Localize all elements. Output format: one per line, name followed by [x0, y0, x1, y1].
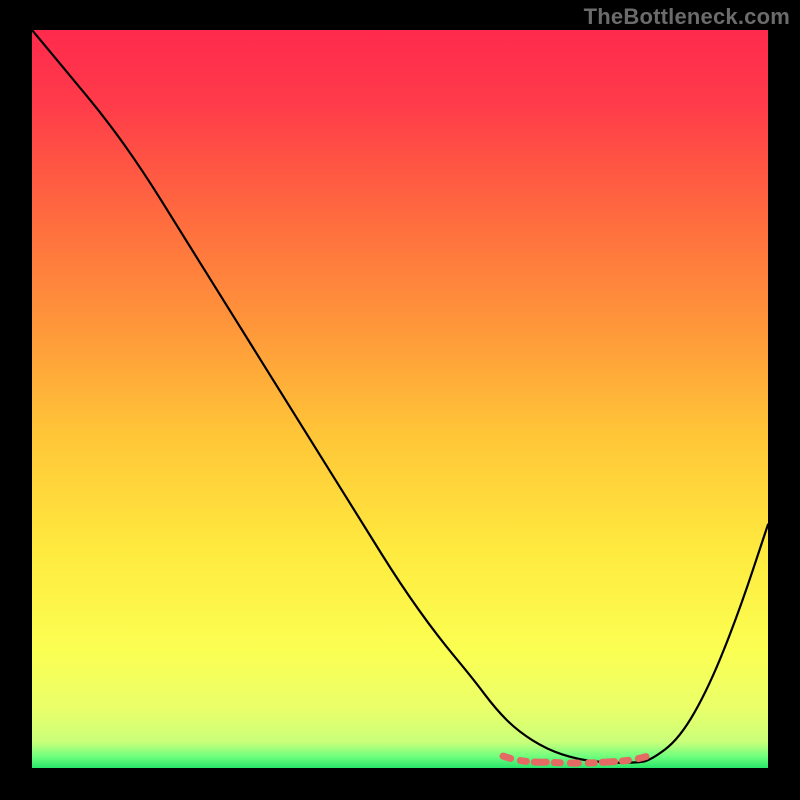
- chart-frame: TheBottleneck.com: [0, 0, 800, 800]
- plot-area: [32, 30, 768, 768]
- gradient-rect: [32, 30, 768, 768]
- chart-svg: [32, 30, 768, 768]
- watermark-text: TheBottleneck.com: [584, 4, 790, 30]
